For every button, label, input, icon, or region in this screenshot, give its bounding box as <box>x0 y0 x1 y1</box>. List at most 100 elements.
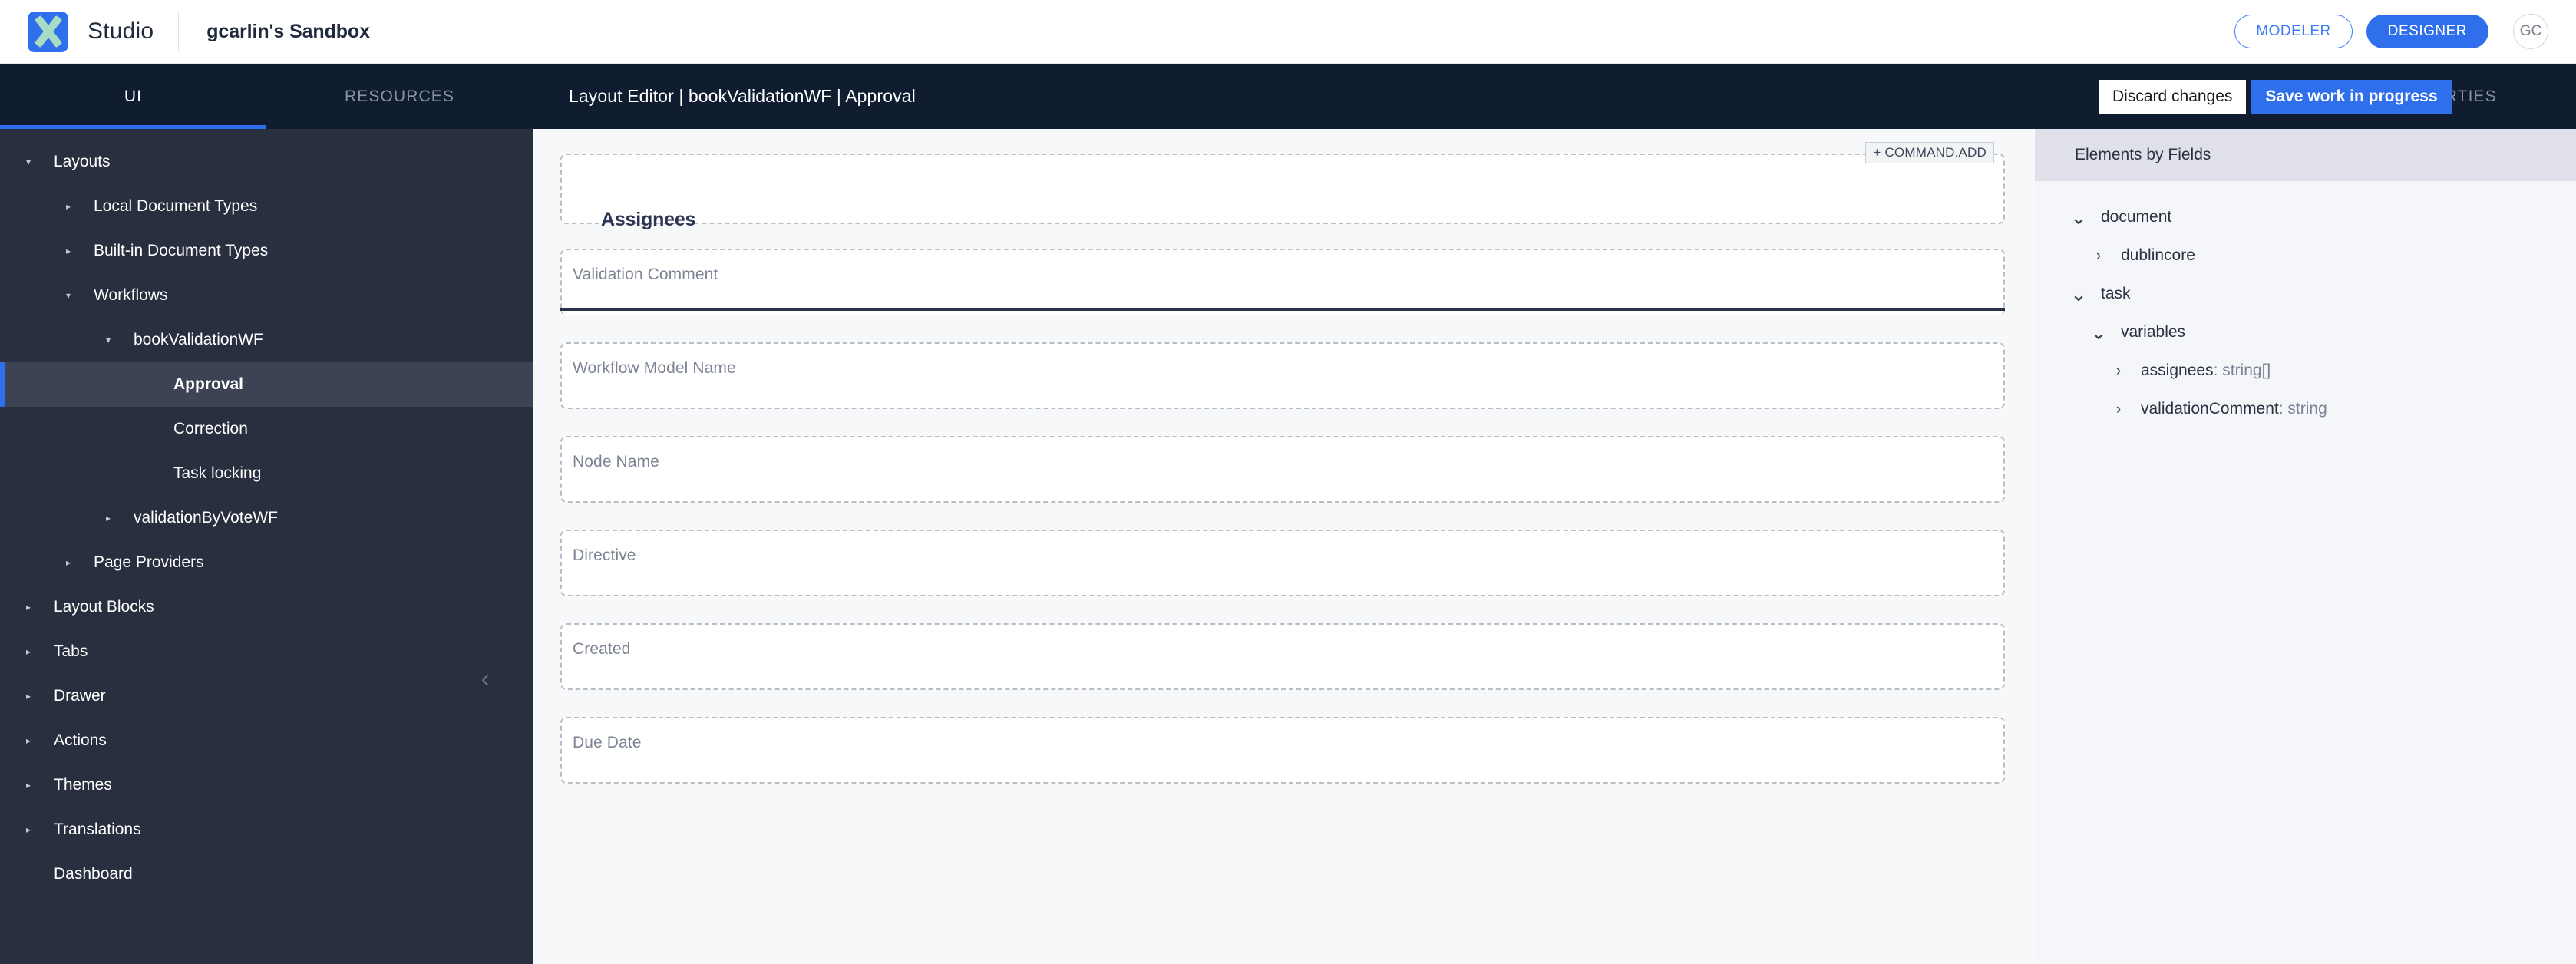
nuxeo-x-logo-icon[interactable] <box>28 11 68 52</box>
catalog-item-label: document <box>2101 208 2172 226</box>
chevron-down-icon[interactable]: ⌄ <box>2066 284 2092 304</box>
right-panel: CATALOG PROPERTIES Elements by Fields ⌄d… <box>2035 64 2576 964</box>
sidebar-item-page-providers[interactable]: ▸ Page Providers <box>0 540 533 585</box>
field-focus-underline <box>560 308 2005 311</box>
sidebar-item-bookvalidationwf[interactable]: ▾ bookValidationWF <box>0 318 533 362</box>
chevron-right-icon[interactable]: ▸ <box>17 781 40 790</box>
chevron-right-icon[interactable]: ▸ <box>57 558 80 567</box>
sidebar-item-label: Workflows <box>94 286 168 304</box>
tab-ui[interactable]: UI <box>0 64 266 129</box>
field-created[interactable]: Created <box>560 623 2005 690</box>
field-validation-comment[interactable]: Validation Comment <box>560 249 2005 315</box>
field-due-date[interactable]: Due Date <box>560 717 2005 784</box>
modeler-button[interactable]: MODELER <box>2234 15 2353 48</box>
chevron-down-icon[interactable]: ⌄ <box>2066 207 2092 227</box>
chevron-right-icon[interactable]: ▸ <box>17 647 40 656</box>
sidebar-item-label: Layouts <box>54 153 111 170</box>
sidebar-item-label: Translations <box>54 820 141 838</box>
field-directive[interactable]: Directive <box>560 530 2005 596</box>
sidebar-item-drawer[interactable]: ▸ Drawer <box>0 674 533 718</box>
chevron-left-icon: ‹ <box>481 666 489 692</box>
catalog-item-validationcomment[interactable]: › validationComment : string <box>2035 390 2576 428</box>
brand-name: Studio <box>88 18 154 44</box>
sidebar-item-label: Tabs <box>54 642 88 660</box>
chevron-right-icon[interactable]: ▸ <box>97 513 120 523</box>
top-bar: Studio gcarlin's Sandbox MODELER DESIGNE… <box>0 0 2576 64</box>
sidebar-item-correction[interactable]: Correction <box>0 407 533 451</box>
catalog-item-variables[interactable]: ⌄ variables <box>2035 313 2576 352</box>
chevron-right-icon[interactable]: ▸ <box>17 692 40 701</box>
sidebar-item-validationbyvotewf[interactable]: ▸ validationByVoteWF <box>0 496 533 540</box>
sidebar-item-themes[interactable]: ▸ Themes <box>0 763 533 807</box>
chevron-down-icon[interactable]: ▾ <box>97 335 120 345</box>
editor-pane: Layout Editor | bookValidationWF | Appro… <box>533 64 2035 964</box>
sidebar-item-layouts[interactable]: ▾ Layouts <box>0 140 533 184</box>
sidebar-item-label: bookValidationWF <box>134 331 263 348</box>
field-workflow-model-name[interactable]: Workflow Model Name <box>560 342 2005 409</box>
sidebar-item-label: Drawer <box>54 687 106 705</box>
chevron-down-icon[interactable]: ⌄ <box>2086 322 2112 342</box>
sidebar-item-label: Correction <box>173 420 248 437</box>
sidebar-item-task-locking[interactable]: Task locking <box>0 451 533 496</box>
sidebar-item-layout-blocks[interactable]: ▸ Layout Blocks <box>0 585 533 629</box>
chevron-right-icon[interactable]: › <box>2105 402 2132 417</box>
field-label: Created <box>573 640 631 658</box>
catalog-item-label: task <box>2101 285 2131 302</box>
field-label: Due Date <box>573 734 642 751</box>
sidebar-item-approval[interactable]: Approval <box>0 362 533 407</box>
chevron-right-icon[interactable]: ▸ <box>17 602 40 612</box>
avatar[interactable]: GC <box>2513 14 2548 49</box>
chevron-down-icon[interactable]: ▾ <box>17 157 40 167</box>
brand-divider <box>178 12 180 51</box>
sidebar-item-tabs[interactable]: ▸ Tabs <box>0 629 533 674</box>
save-work-in-progress-button[interactable]: Save work in progress <box>2251 79 2452 114</box>
layout-canvas[interactable]: + COMMAND.ADD Assignees Validation Comment… <box>533 129 2035 964</box>
assignees-drop-zone[interactable]: + COMMAND.ADD Assignees <box>560 142 2005 230</box>
catalog-item-dublincore[interactable]: › dublincore <box>2035 236 2576 275</box>
sidebar-item-label: Built-in Document Types <box>94 242 269 259</box>
chevron-right-icon[interactable]: ▸ <box>17 825 40 834</box>
sidebar-item-label: Actions <box>54 731 107 749</box>
catalog-tree: ⌄ document › dublincore ⌄ task ⌄ variables › assi… <box>2035 181 2576 428</box>
catalog-item-assignees[interactable]: › assignees : string[] <box>2035 352 2576 390</box>
assignees-title: Assignees <box>601 209 696 230</box>
sidebar-item-label: Layout Blocks <box>54 598 154 616</box>
chevron-right-icon[interactable]: ▸ <box>57 202 80 211</box>
field-label: Node Name <box>573 453 659 470</box>
field-label: Directive <box>573 546 636 564</box>
catalog-subheader: Elements by Fields <box>2035 129 2576 181</box>
field-label: Validation Comment <box>573 266 718 283</box>
chevron-right-icon[interactable]: ▸ <box>57 246 80 256</box>
sidebar-item-built-in-document-types[interactable]: ▸ Built-in Document Types <box>0 229 533 273</box>
chevron-down-icon[interactable]: ▾ <box>57 291 80 300</box>
project-title: gcarlin's Sandbox <box>206 20 370 42</box>
sidebar-item-dashboard[interactable]: Dashboard <box>0 852 533 896</box>
editor-header-actions: Discard changes Save work in progress <box>2099 64 2452 129</box>
chevron-right-icon[interactable]: › <box>2086 249 2112 263</box>
sidebar-item-workflows[interactable]: ▾ Workflows <box>0 273 533 318</box>
sidebar-item-label: Dashboard <box>54 865 133 883</box>
designer-button[interactable]: DESIGNER <box>2366 15 2488 48</box>
discard-changes-button[interactable]: Discard changes <box>2099 79 2247 114</box>
field-node-name[interactable]: Node Name <box>560 436 2005 503</box>
sidebar-item-label: Approval <box>173 375 244 393</box>
catalog-item-type: : string <box>2278 400 2327 418</box>
sidebar-item-actions[interactable]: ▸ Actions <box>0 718 533 763</box>
chevron-right-icon[interactable]: ▸ <box>17 736 40 745</box>
catalog-item-task[interactable]: ⌄ task <box>2035 275 2576 313</box>
catalog-item-document[interactable]: ⌄ document <box>2035 198 2576 236</box>
sidebar-item-label: Page Providers <box>94 553 204 571</box>
chevron-right-icon[interactable]: › <box>2105 364 2132 378</box>
command-add-button[interactable]: + COMMAND.ADD <box>1865 142 1994 163</box>
editor-header: Layout Editor | bookValidationWF | Appro… <box>533 64 2035 129</box>
breadcrumb: Layout Editor | bookValidationWF | Appro… <box>569 86 916 106</box>
sidebar-collapse-button[interactable]: ‹ <box>470 664 500 695</box>
sidebar-item-local-document-types[interactable]: ▸ Local Document Types <box>0 184 533 229</box>
catalog-item-label: variables <box>2121 323 2186 341</box>
tab-resources[interactable]: RESOURCES <box>266 64 533 129</box>
sidebar-tree: ▾ Layouts ▸ Local Document Types ▸ Built-in D… <box>0 129 533 896</box>
sidebar-item-translations[interactable]: ▸ Translations <box>0 807 533 852</box>
sidebar-item-label: Local Document Types <box>94 197 258 215</box>
catalog-item-label: dublincore <box>2121 246 2195 264</box>
left-sidebar: UI RESOURCES ▾ Layouts ▸ Local Document Typ… <box>0 64 533 964</box>
